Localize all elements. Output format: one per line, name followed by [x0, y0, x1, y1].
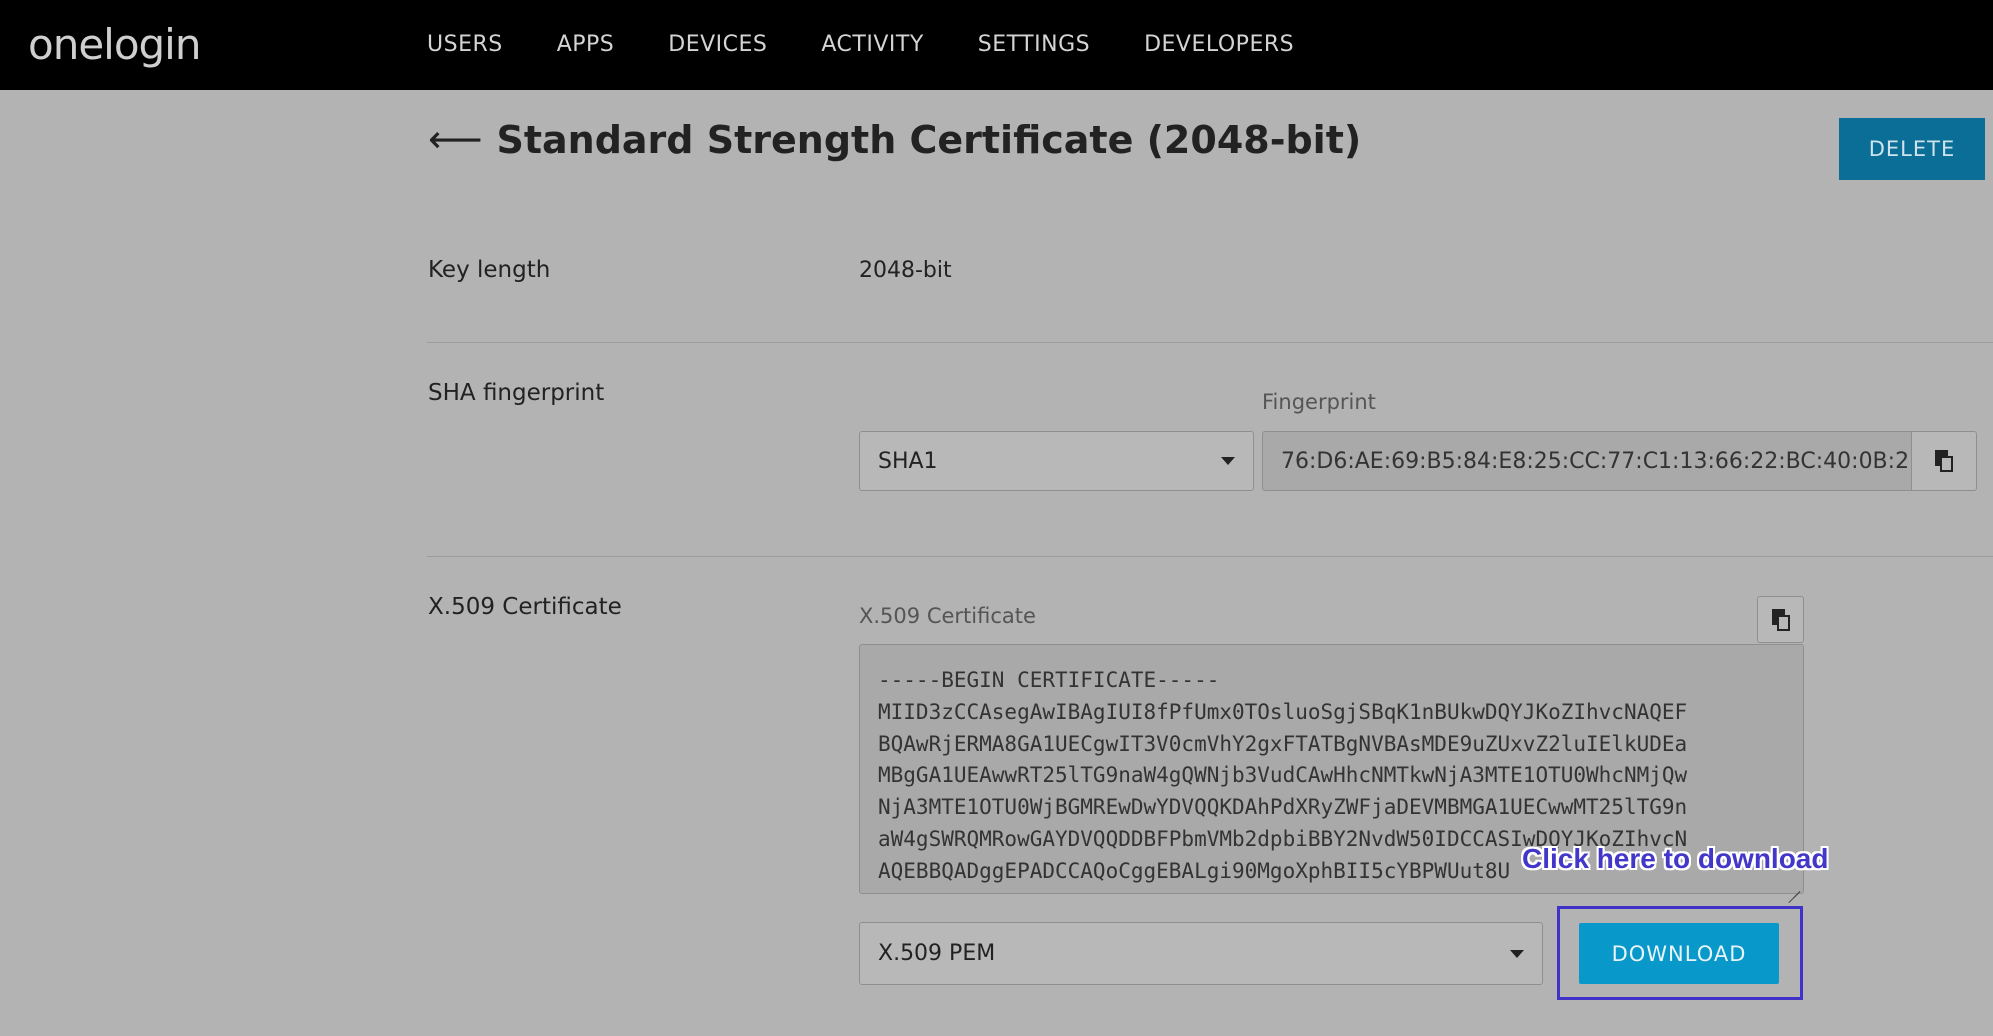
sha-fingerprint-label: SHA fingerprint — [428, 380, 605, 406]
section-divider — [427, 556, 1993, 557]
nav-devices[interactable]: DEVICES — [668, 32, 767, 57]
key-length-label: Key length — [428, 257, 551, 283]
nav-developers[interactable]: DEVELOPERS — [1144, 32, 1294, 57]
resize-handle-icon[interactable] — [1786, 878, 1800, 892]
nav-settings[interactable]: SETTINGS — [978, 32, 1090, 57]
fingerprint-field-label: Fingerprint — [1262, 390, 1376, 414]
fingerprint-value: 76:D6:AE:69:B5:84:E8:25:CC:77:C1:13:66:2… — [1281, 448, 1910, 474]
sha-algorithm-value: SHA1 — [878, 448, 938, 474]
section-divider — [427, 342, 1993, 343]
copy-fingerprint-button[interactable] — [1911, 431, 1977, 491]
key-length-value: 2048-bit — [859, 258, 952, 283]
main-nav: USERS APPS DEVICES ACTIVITY SETTINGS DEV… — [427, 32, 1348, 57]
nav-activity[interactable]: ACTIVITY — [821, 32, 923, 57]
fingerprint-field[interactable]: 76:D6:AE:69:B5:84:E8:25:CC:77:C1:13:66:2… — [1262, 431, 1913, 491]
x509-certificate-label: X.509 Certificate — [428, 594, 622, 620]
copy-icon — [1771, 608, 1790, 631]
delete-button[interactable]: DELETE — [1839, 118, 1985, 180]
page-header: ⟵ Standard Strength Certificate (2048-bi… — [428, 118, 1361, 162]
certificate-format-select[interactable]: X.509 PEM — [859, 922, 1543, 985]
nav-users[interactable]: USERS — [427, 32, 503, 57]
copy-icon — [1935, 450, 1953, 472]
back-arrow-icon[interactable]: ⟵ — [428, 121, 482, 159]
download-button[interactable]: DOWNLOAD — [1579, 923, 1779, 984]
nav-apps[interactable]: APPS — [557, 32, 615, 57]
onelogin-logo[interactable]: onelogin — [28, 20, 201, 69]
page-title: Standard Strength Certificate (2048-bit) — [496, 118, 1362, 162]
download-hint-annotation: Click here to download — [1522, 843, 1829, 874]
certificate-format-value: X.509 PEM — [878, 941, 996, 966]
sha-algorithm-select[interactable]: SHA1 — [859, 431, 1254, 491]
chevron-down-icon — [1221, 457, 1235, 465]
copy-certificate-button[interactable] — [1757, 596, 1804, 643]
top-navbar: onelogin USERS APPS DEVICES ACTIVITY SET… — [0, 0, 1993, 90]
chevron-down-icon — [1510, 949, 1524, 958]
x509-field-label: X.509 Certificate — [859, 604, 1036, 628]
